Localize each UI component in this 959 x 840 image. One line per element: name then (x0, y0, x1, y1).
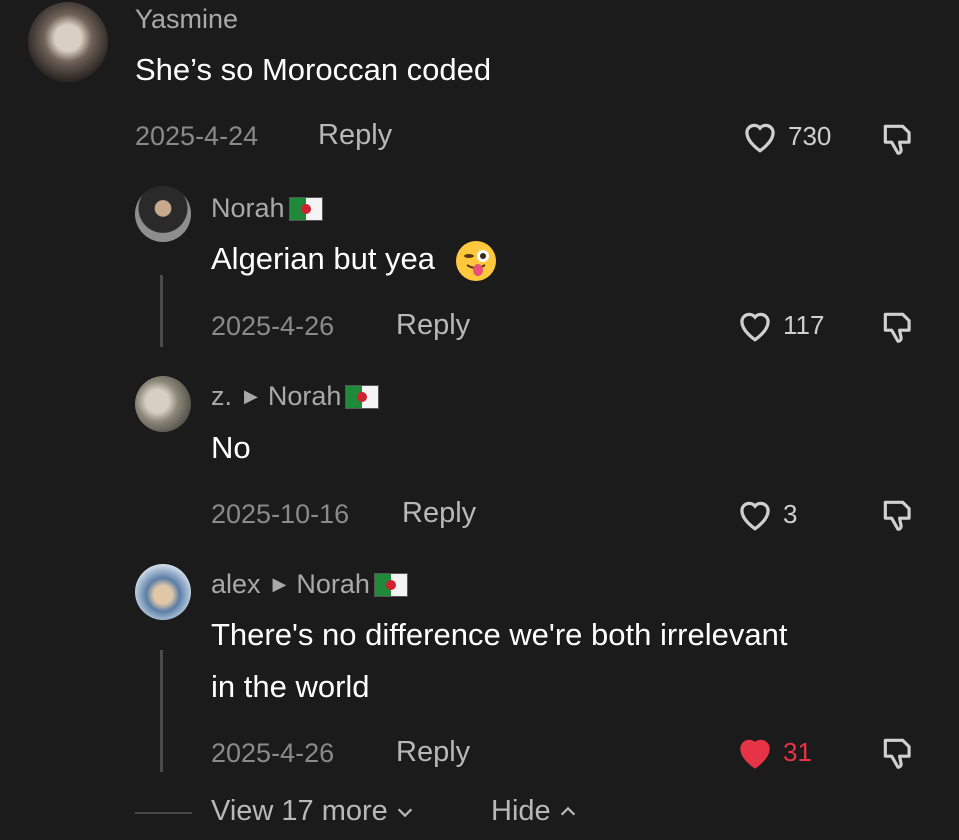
avatar-yasmine[interactable] (28, 2, 108, 82)
comment-text: There's no difference we're both irrelev… (211, 612, 787, 710)
chevron-up-icon (560, 806, 575, 816)
like-count: 3 (783, 498, 798, 529)
thumbs-down-icon (883, 312, 911, 343)
like-count: 730 (788, 120, 832, 151)
reply-arrow-icon: ▶ (244, 386, 258, 406)
view-more-replies-button[interactable]: View 17 more (211, 795, 416, 828)
like-button[interactable]: 3 (735, 496, 797, 532)
reply-arrow-icon: ▶ (272, 574, 287, 594)
comment-text-line: There's no difference we're both irrelev… (211, 617, 788, 652)
comment-author[interactable]: z. ▶ Norah (211, 381, 380, 412)
dislike-button[interactable] (878, 308, 918, 351)
comment-date: 2025-4-24 (135, 121, 259, 151)
reply-button[interactable]: Reply (396, 736, 470, 769)
comment-date: 2025-4-26 (211, 738, 335, 768)
thumbs-down-icon (883, 500, 911, 531)
comment-text: No (211, 430, 251, 465)
thread-line (160, 650, 163, 772)
comment-date: 2025-4-26 (211, 311, 335, 341)
winking-tongue-emoji-icon (455, 240, 496, 281)
heart-icon (745, 123, 775, 153)
like-button[interactable]: 117 (735, 307, 824, 343)
heart-icon (740, 312, 770, 342)
reply-button[interactable]: Reply (318, 119, 392, 152)
algeria-flag-icon (373, 572, 408, 597)
dislike-button[interactable] (878, 734, 918, 777)
reply-to-author[interactable]: Norah (268, 381, 342, 412)
footer-divider (135, 812, 192, 814)
avatar-z[interactable] (135, 376, 191, 432)
heart-filled-icon (740, 739, 770, 769)
like-count: 117 (783, 309, 825, 340)
like-button[interactable]: 730 (740, 118, 831, 154)
like-count: 31 (783, 736, 812, 767)
hide-replies-button[interactable]: Hide (491, 795, 579, 828)
algeria-flag-icon (345, 384, 380, 409)
reply-button[interactable]: Reply (402, 497, 476, 530)
avatar-alex[interactable] (135, 564, 191, 620)
chevron-down-icon (397, 807, 413, 817)
algeria-flag-icon (288, 196, 323, 221)
heart-icon (740, 501, 770, 531)
dislike-button[interactable] (878, 120, 918, 163)
view-more-label: View 17 more (211, 795, 388, 827)
thumbs-down-icon (883, 738, 911, 769)
hide-label: Hide (491, 795, 551, 827)
thumbs-down-icon (883, 124, 911, 155)
reply-to-author[interactable]: Norah (296, 569, 370, 600)
comment-date: 2025-10-16 (211, 499, 350, 529)
like-button[interactable]: 31 (735, 734, 812, 770)
comment-author[interactable]: Norah (211, 193, 323, 224)
dislike-button[interactable] (878, 496, 918, 539)
comment-text: Algerian but yea (211, 236, 496, 282)
comment-text: She’s so Moroccan coded (135, 52, 492, 87)
avatar-norah[interactable] (135, 186, 191, 242)
comment-author[interactable]: Yasmine (135, 4, 238, 35)
reply-button[interactable]: Reply (396, 309, 470, 342)
thread-line (160, 275, 163, 347)
comment-author[interactable]: alex ▶ Norah (211, 569, 408, 600)
comment-text-line: in the world (211, 669, 370, 704)
